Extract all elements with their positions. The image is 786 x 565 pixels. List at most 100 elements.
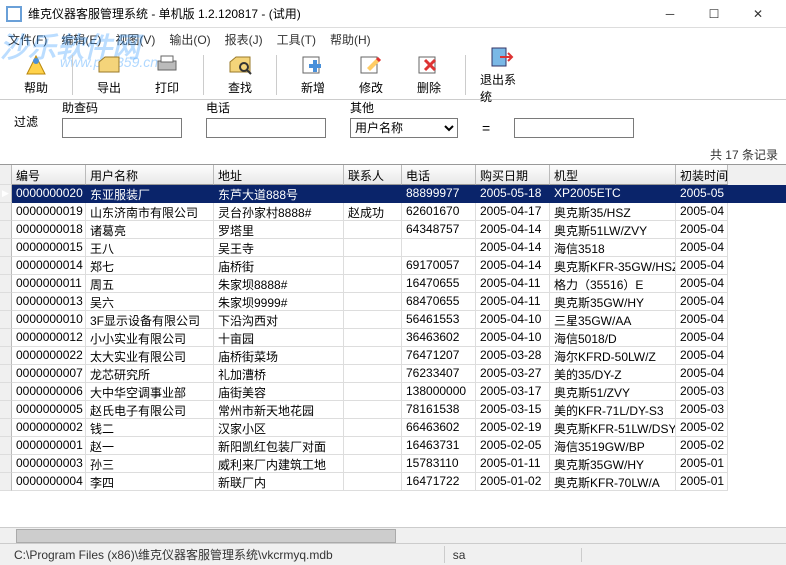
cell-phone[interactable]: 62601670 xyxy=(402,203,476,221)
table-row[interactable]: 0000000002钱二汉家小区664636022005-02-19奥克斯KFR… xyxy=(0,419,786,437)
cell-addr[interactable]: 汉家小区 xyxy=(214,419,344,437)
cell-name[interactable]: 小小实业有限公司 xyxy=(86,329,214,347)
cell-id[interactable]: 0000000018 xyxy=(12,221,86,239)
cell-model[interactable]: 奥克斯35GW/HY xyxy=(550,455,676,473)
cell-phone[interactable]: 76233407 xyxy=(402,365,476,383)
grid-body[interactable]: ▶0000000020东亚服装厂东芦大道888号888999772005-05-… xyxy=(0,185,786,527)
table-row[interactable]: 0000000006大中华空调事业部庙街美容1380000002005-03-1… xyxy=(0,383,786,401)
cell-id[interactable]: 0000000011 xyxy=(12,275,86,293)
cell-buydate[interactable]: 2005-04-10 xyxy=(476,329,550,347)
table-row[interactable]: 00000000103F显示设备有限公司下沿沟西对564615532005-04… xyxy=(0,311,786,329)
cell-addr[interactable]: 十亩园 xyxy=(214,329,344,347)
cell-id[interactable]: 0000000007 xyxy=(12,365,86,383)
cell-addr[interactable]: 东芦大道888号 xyxy=(214,185,344,203)
filter-input-value[interactable] xyxy=(514,118,634,138)
cell-name[interactable]: 孙三 xyxy=(86,455,214,473)
cell-model[interactable]: 格力（35516）E xyxy=(550,275,676,293)
cell-model[interactable]: 美的35/DY-Z xyxy=(550,365,676,383)
cell-buydate[interactable]: 2005-03-27 xyxy=(476,365,550,383)
cell-model[interactable]: 奥克斯51LW/ZVY xyxy=(550,221,676,239)
cell-addr[interactable]: 灵台孙家村8888# xyxy=(214,203,344,221)
cell-inst[interactable]: 2005-04 xyxy=(676,257,728,275)
table-row[interactable]: 0000000012小小实业有限公司十亩园364636022005-04-10海… xyxy=(0,329,786,347)
cell-addr[interactable]: 礼加漕桥 xyxy=(214,365,344,383)
cell-name[interactable]: 吴六 xyxy=(86,293,214,311)
cell-inst[interactable]: 2005-04 xyxy=(676,203,728,221)
table-row[interactable]: 0000000003孙三威利来厂内建筑工地157831102005-01-11奥… xyxy=(0,455,786,473)
filter-input-code[interactable] xyxy=(62,118,182,138)
cell-inst[interactable]: 2005-05 xyxy=(676,185,728,203)
cell-buydate[interactable]: 2005-03-17 xyxy=(476,383,550,401)
cell-id[interactable]: 0000000014 xyxy=(12,257,86,275)
cell-buydate[interactable]: 2005-04-10 xyxy=(476,311,550,329)
cell-model[interactable]: XP2005ETC xyxy=(550,185,676,203)
col-addr[interactable]: 地址 xyxy=(214,165,344,185)
cell-addr[interactable]: 新联厂内 xyxy=(214,473,344,491)
cell-buydate[interactable]: 2005-03-28 xyxy=(476,347,550,365)
cell-inst[interactable]: 2005-04 xyxy=(676,347,728,365)
cell-phone[interactable]: 16463731 xyxy=(402,437,476,455)
cell-addr[interactable]: 威利来厂内建筑工地 xyxy=(214,455,344,473)
cell-inst[interactable]: 2005-04 xyxy=(676,275,728,293)
cell-addr[interactable]: 朱家坝8888# xyxy=(214,275,344,293)
cell-addr[interactable]: 罗塔里 xyxy=(214,221,344,239)
cell-model[interactable]: 海尔KFRD-50LW/Z xyxy=(550,347,676,365)
table-row[interactable]: 0000000001赵一新阳凯红包装厂对面164637312005-02-05海… xyxy=(0,437,786,455)
cell-addr[interactable]: 常州市新天地花园 xyxy=(214,401,344,419)
menu-output[interactable]: 输出(O) xyxy=(169,31,210,48)
col-model[interactable]: 机型 xyxy=(550,165,676,185)
cell-phone[interactable]: 16471722 xyxy=(402,473,476,491)
cell-contact[interactable] xyxy=(344,329,402,347)
col-contact[interactable]: 联系人 xyxy=(344,165,402,185)
cell-name[interactable]: 山东济南市有限公司 xyxy=(86,203,214,221)
cell-model[interactable]: 美的KFR-71L/DY-S3 xyxy=(550,401,676,419)
cell-phone[interactable] xyxy=(402,239,476,257)
horizontal-scrollbar[interactable] xyxy=(0,527,786,543)
toolbar-export[interactable]: 导出 xyxy=(87,53,131,96)
cell-id[interactable]: 0000000001 xyxy=(12,437,86,455)
cell-buydate[interactable]: 2005-04-11 xyxy=(476,275,550,293)
menu-tools[interactable]: 工具(T) xyxy=(277,31,316,48)
cell-inst[interactable]: 2005-04 xyxy=(676,311,728,329)
cell-phone[interactable]: 68470655 xyxy=(402,293,476,311)
cell-name[interactable]: 东亚服装厂 xyxy=(86,185,214,203)
cell-contact[interactable] xyxy=(344,185,402,203)
cell-addr[interactable]: 庙街美容 xyxy=(214,383,344,401)
cell-id[interactable]: 0000000005 xyxy=(12,401,86,419)
cell-buydate[interactable]: 2005-05-18 xyxy=(476,185,550,203)
cell-model[interactable]: 奥克斯35/HSZ xyxy=(550,203,676,221)
cell-buydate[interactable]: 2005-04-11 xyxy=(476,293,550,311)
cell-inst[interactable]: 2005-04 xyxy=(676,365,728,383)
cell-contact[interactable] xyxy=(344,221,402,239)
cell-name[interactable]: 3F显示设备有限公司 xyxy=(86,311,214,329)
toolbar-modify[interactable]: 修改 xyxy=(349,53,393,96)
cell-phone[interactable]: 66463602 xyxy=(402,419,476,437)
cell-inst[interactable]: 2005-02 xyxy=(676,437,728,455)
cell-name[interactable]: 赵氏电子有限公司 xyxy=(86,401,214,419)
cell-contact[interactable] xyxy=(344,437,402,455)
table-row[interactable]: 0000000022太大实业有限公司庙桥街菜场764712072005-03-2… xyxy=(0,347,786,365)
cell-model[interactable]: 海信5018/D xyxy=(550,329,676,347)
cell-buydate[interactable]: 2005-01-02 xyxy=(476,473,550,491)
cell-inst[interactable]: 2005-03 xyxy=(676,383,728,401)
cell-addr[interactable]: 新阳凯红包装厂对面 xyxy=(214,437,344,455)
toolbar-exit[interactable]: 退出系统 xyxy=(480,45,524,105)
cell-contact[interactable] xyxy=(344,473,402,491)
cell-contact[interactable] xyxy=(344,239,402,257)
cell-buydate[interactable]: 2005-04-17 xyxy=(476,203,550,221)
cell-inst[interactable]: 2005-03 xyxy=(676,401,728,419)
close-button[interactable]: ✕ xyxy=(736,1,780,27)
filter-input-phone[interactable] xyxy=(206,118,326,138)
cell-name[interactable]: 周五 xyxy=(86,275,214,293)
cell-phone[interactable]: 76471207 xyxy=(402,347,476,365)
cell-inst[interactable]: 2005-04 xyxy=(676,293,728,311)
cell-id[interactable]: 0000000012 xyxy=(12,329,86,347)
cell-addr[interactable]: 庙桥街 xyxy=(214,257,344,275)
cell-inst[interactable]: 2005-04 xyxy=(676,239,728,257)
cell-contact[interactable] xyxy=(344,275,402,293)
cell-model[interactable]: 奥克斯KFR-51LW/DSY xyxy=(550,419,676,437)
cell-inst[interactable]: 2005-01 xyxy=(676,473,728,491)
toolbar-print[interactable]: 打印 xyxy=(145,53,189,96)
col-name[interactable]: 用户名称 xyxy=(86,165,214,185)
maximize-button[interactable]: ☐ xyxy=(692,1,736,27)
